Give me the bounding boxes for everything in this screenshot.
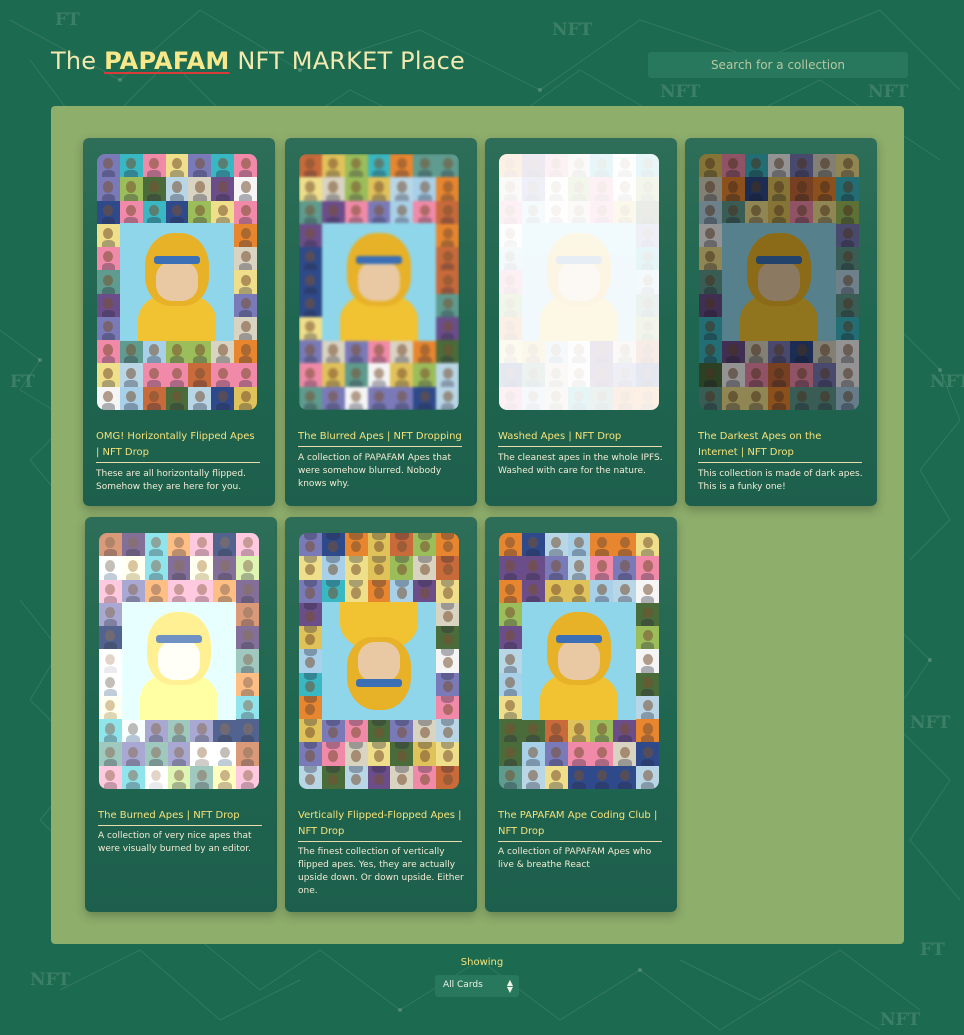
background-word: NFT bbox=[660, 82, 701, 102]
collection-thumbnail[interactable] bbox=[299, 154, 459, 410]
title-suffix: NFT MARKET Place bbox=[237, 47, 465, 75]
collection-card[interactable]: The Burned Apes | NFT Drop A collection … bbox=[85, 517, 277, 912]
collection-thumbnail[interactable] bbox=[699, 154, 859, 410]
collection-card[interactable]: The Darkest Apes on the Internet | NFT D… bbox=[685, 138, 877, 506]
collection-thumbnail[interactable] bbox=[99, 533, 259, 789]
card-description: A collection of PAPAFAM Apes who live & … bbox=[498, 847, 652, 870]
background-word: NFT bbox=[880, 1010, 921, 1030]
collection-card[interactable]: Vertically Flipped-Flopped Apes | NFT Dr… bbox=[285, 517, 477, 912]
collection-thumbnail[interactable] bbox=[499, 533, 659, 789]
background-word: NFT bbox=[868, 82, 909, 102]
card-title[interactable]: The Burned Apes | NFT Drop bbox=[98, 808, 262, 826]
card-title[interactable]: Washed Apes | NFT Drop bbox=[498, 429, 662, 447]
brand-name: PAPAFAM bbox=[104, 47, 230, 75]
collection-thumbnail[interactable] bbox=[299, 533, 459, 789]
background-word: NFT bbox=[930, 372, 964, 392]
card-description: These are all horizontally flipped. Some… bbox=[96, 469, 246, 492]
page-title: The PAPAFAM NFT MARKET Place bbox=[51, 47, 465, 75]
background-word: FT bbox=[10, 372, 35, 392]
collection-card[interactable]: The Blurred Apes | NFT Dropping A collec… bbox=[285, 138, 477, 506]
card-description: The cleanest apes in the whole IPFS. Was… bbox=[498, 453, 663, 476]
background-word: FT bbox=[55, 10, 80, 30]
card-description: A collection of PAPAFAM Apes that were s… bbox=[298, 453, 451, 489]
background-word: NFT bbox=[910, 713, 951, 733]
collection-card[interactable]: The PAPAFAM Ape Coding Club | NFT Drop A… bbox=[485, 517, 677, 912]
card-filter-select[interactable]: All Cards ▲ ▼ bbox=[435, 975, 519, 997]
background-word: NFT bbox=[552, 20, 593, 40]
card-title[interactable]: Vertically Flipped-Flopped Apes | NFT Dr… bbox=[298, 808, 462, 842]
updown-chevron-icon: ▲ ▼ bbox=[506, 978, 513, 994]
collection-card[interactable]: OMG! Horizontally Flipped Apes | NFT Dro… bbox=[83, 138, 275, 506]
background-word: NFT bbox=[30, 970, 71, 990]
card-description: This collection is made of dark apes. Th… bbox=[698, 469, 863, 492]
collection-thumbnail[interactable] bbox=[499, 154, 659, 410]
card-title[interactable]: OMG! Horizontally Flipped Apes | NFT Dro… bbox=[96, 429, 260, 463]
collection-thumbnail[interactable] bbox=[97, 154, 257, 410]
card-title[interactable]: The PAPAFAM Ape Coding Club | NFT Drop bbox=[498, 808, 662, 842]
card-title[interactable]: The Darkest Apes on the Internet | NFT D… bbox=[698, 429, 862, 463]
title-prefix: The bbox=[51, 47, 97, 75]
card-description: The finest collection of vertically flip… bbox=[298, 847, 464, 896]
collection-card[interactable]: Washed Apes | NFT Drop The cleanest apes… bbox=[485, 138, 677, 506]
card-filter-value: All Cards bbox=[443, 980, 483, 990]
card-title[interactable]: The Blurred Apes | NFT Dropping bbox=[298, 429, 462, 447]
card-description: A collection of very nice apes that were… bbox=[98, 831, 252, 854]
showing-label: Showing bbox=[460, 957, 504, 968]
search-input[interactable] bbox=[648, 52, 908, 78]
